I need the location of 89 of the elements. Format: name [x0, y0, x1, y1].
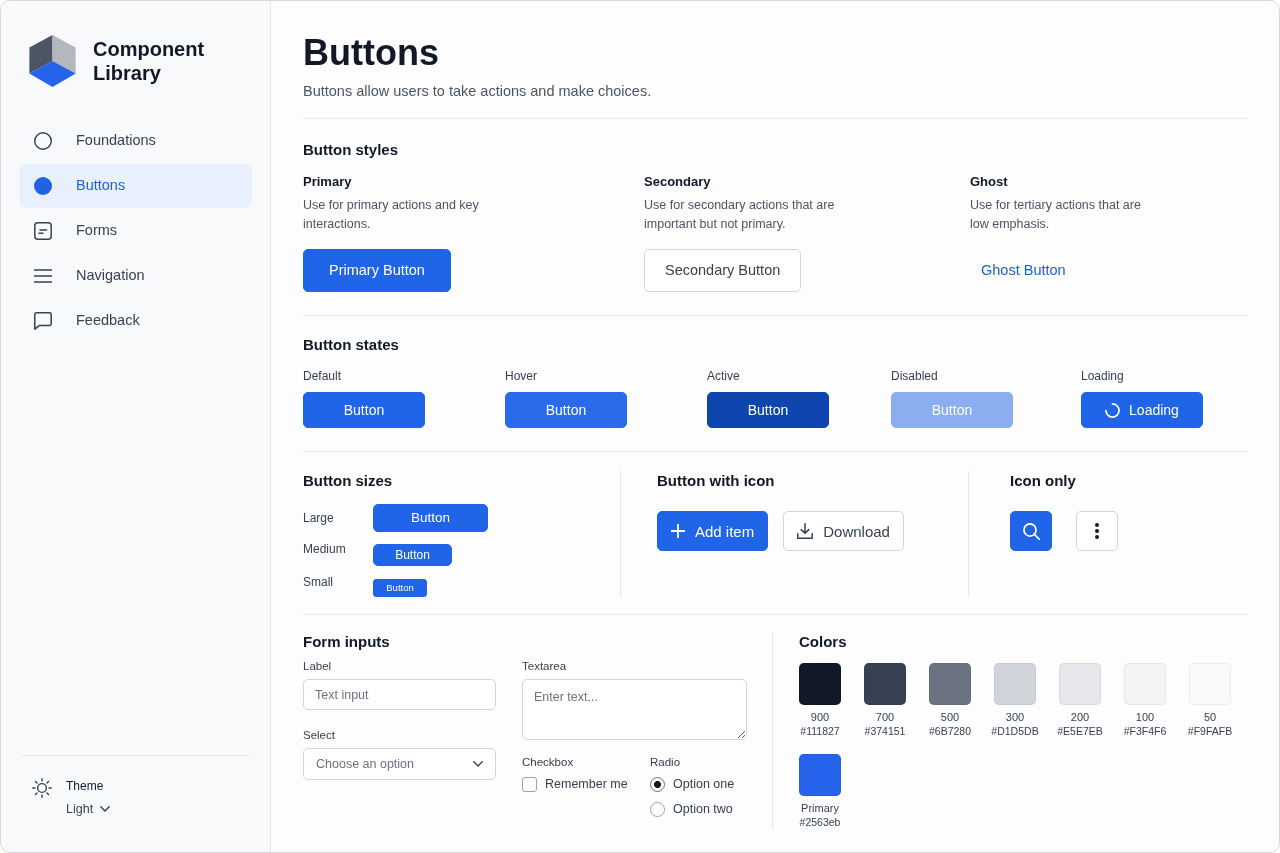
section-heading: Colors	[799, 632, 848, 652]
primary-button[interactable]: Primary Button	[303, 249, 451, 292]
secondary-button[interactable]: Secondary Button	[644, 249, 802, 292]
small-button[interactable]: Button	[373, 579, 427, 597]
size-label: Large	[303, 510, 334, 526]
more-options-button[interactable]	[1076, 511, 1118, 551]
section-heading: Button with icon	[657, 471, 776, 491]
chevron-down-icon	[473, 761, 483, 767]
medium-button[interactable]: Button	[373, 544, 452, 566]
nav-item[interactable]: Forms	[19, 209, 252, 253]
download-icon	[797, 523, 814, 539]
swatch-name: 700	[875, 710, 895, 724]
swatch-name: 50	[1203, 710, 1217, 724]
nav-item[interactable]: Feedback	[19, 299, 252, 343]
field-label: Select	[303, 728, 336, 743]
more-vertical-icon	[1095, 523, 1099, 539]
section-heading: Button styles	[303, 140, 399, 160]
swatch-name: 100	[1135, 710, 1155, 724]
swatch-hex: #F9FAFB	[1187, 724, 1233, 738]
spinner-icon	[1105, 402, 1121, 418]
theme-label: Theme	[66, 778, 104, 794]
section-heading: Icon only	[1010, 471, 1077, 491]
swatch-hex: #374151	[864, 724, 906, 738]
variant-title: Ghost	[970, 173, 1008, 191]
variant-description: Use for tertiary actions that are low emphasis.	[970, 197, 1142, 233]
state-label: Disabled	[891, 368, 938, 384]
checkbox[interactable]	[522, 776, 537, 792]
state-label: Active	[707, 368, 740, 384]
radio-label: Option two	[673, 801, 733, 817]
field-label: Textarea	[522, 659, 568, 674]
large-button[interactable]: Button	[373, 504, 488, 532]
swatch-name: Primary	[801, 801, 839, 815]
swatch-name: 200	[1070, 710, 1090, 724]
size-label: Small	[303, 573, 333, 590]
radio-button[interactable]	[650, 801, 665, 817]
download-button[interactable]: Download	[783, 511, 904, 551]
ghost-button[interactable]: Ghost Button	[970, 249, 1077, 292]
loading-button[interactable]: Loading	[1081, 392, 1203, 428]
swatch-name: 300	[1005, 710, 1025, 724]
section-heading: Form inputs	[303, 632, 391, 652]
text-input[interactable]: Text input	[303, 679, 496, 710]
state-label: Loading	[1081, 368, 1124, 384]
plus-icon	[671, 524, 685, 538]
chat-bubble-icon	[34, 312, 52, 330]
cube-logo-icon	[29, 35, 76, 87]
variant-description: Use for primary actions and key interactions.	[303, 197, 480, 233]
chevron-down-icon	[100, 806, 111, 812]
field-label: Checkbox	[522, 755, 575, 770]
circle-icon	[34, 132, 52, 150]
state-label: Default	[303, 368, 342, 384]
filled-circle-icon	[34, 177, 52, 195]
section-heading: Button sizes	[303, 471, 394, 491]
brand-title: Component Library	[93, 37, 206, 85]
swatch-name: 500	[940, 710, 960, 724]
nav-item[interactable]: Foundations	[19, 119, 252, 163]
variant-title: Primary	[303, 173, 352, 191]
search-button[interactable]	[1010, 511, 1052, 551]
add-button[interactable]: Add item	[657, 511, 769, 551]
state-label: Hover	[505, 368, 537, 384]
field-label: Radio	[650, 755, 682, 770]
swatch-hex: #111827	[800, 724, 840, 738]
variant-title: Secondary	[644, 173, 711, 191]
swatch-hex: #E5E7EB	[1057, 724, 1103, 738]
select-field[interactable]: Choose an option	[303, 748, 496, 780]
hover-button[interactable]: Button	[505, 392, 627, 428]
nav-item[interactable]: Buttons	[19, 164, 252, 208]
swatch-hex: #D1D5DB	[991, 724, 1039, 738]
nav-item[interactable]: Navigation	[19, 254, 252, 298]
radio-label: Option one	[673, 776, 735, 792]
default-button[interactable]: Button	[303, 392, 425, 428]
textarea-field[interactable]: Enter text...	[522, 679, 747, 740]
swatch-name: 900	[810, 710, 830, 724]
page-subtitle: Buttons allow users to take actions and make choices.	[303, 82, 653, 101]
search-icon	[1022, 522, 1040, 540]
radio-button[interactable]	[650, 776, 665, 792]
swatch-hex: #6B7280	[929, 724, 972, 738]
checkbox-label: Remember me	[545, 776, 628, 792]
section-heading: Button states	[303, 335, 400, 355]
theme-dropdown[interactable]: Light	[66, 801, 111, 817]
field-label: Label	[303, 659, 333, 674]
page-title: Buttons	[303, 31, 440, 75]
sun-icon	[32, 778, 52, 798]
form-icon	[34, 222, 52, 240]
variant-description: Use for secondary actions that are important but not primary.	[644, 197, 836, 233]
pressed-button[interactable]: Button	[707, 392, 829, 428]
size-label: Medium	[303, 541, 346, 557]
swatch-hex: #2563eb	[799, 815, 841, 829]
menu-icon	[34, 269, 52, 283]
swatch-hex: #F3F4F6	[1123, 724, 1167, 738]
